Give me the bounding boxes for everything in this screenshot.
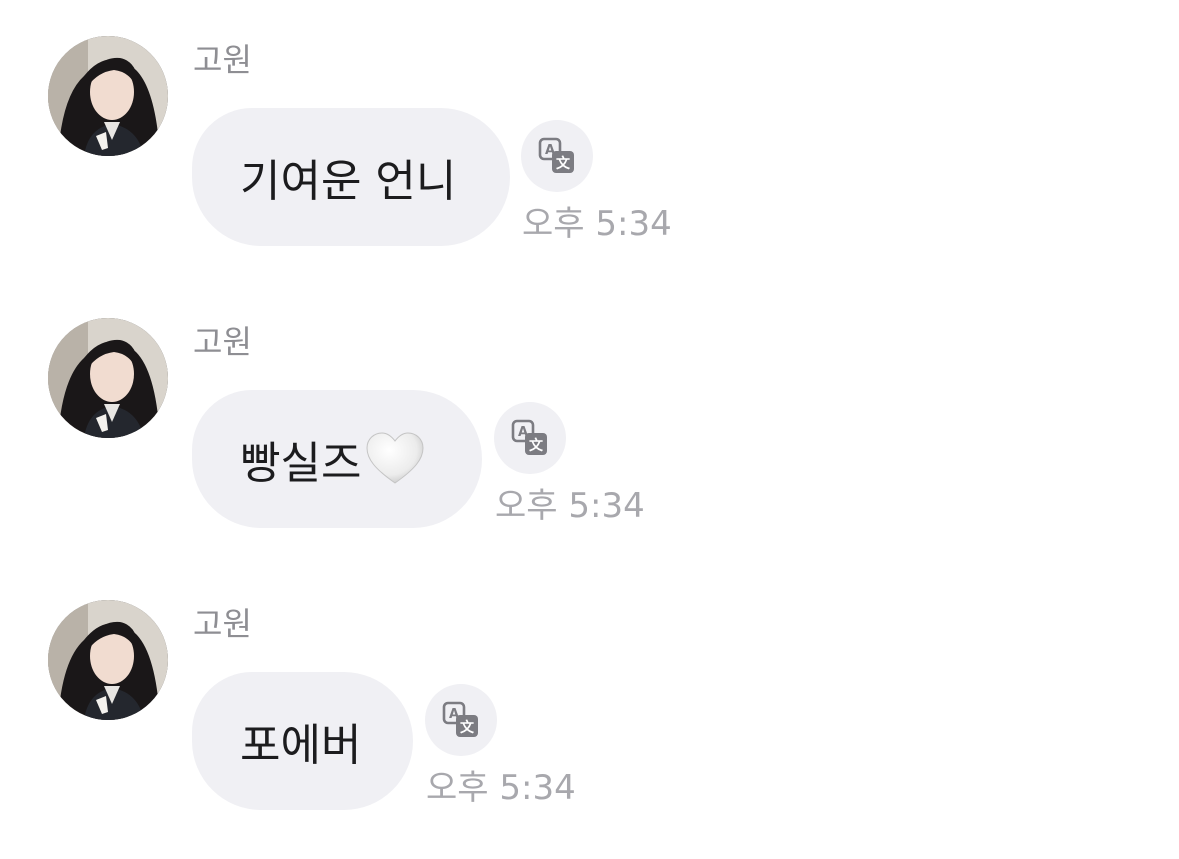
timestamp: 오후 5:34 <box>522 204 672 244</box>
message-bubble[interactable]: 기여운 언니 <box>192 108 510 246</box>
timestamp: 오후 5:34 <box>426 768 576 808</box>
sender-name: 고원 <box>193 605 252 643</box>
sender-name: 고원 <box>193 323 252 361</box>
sender-name: 고원 <box>193 41 252 79</box>
svg-text:文: 文 <box>460 719 475 736</box>
timestamp: 오후 5:34 <box>495 486 645 526</box>
chat-message: 고원 기여운 언니 A 文 오후 5:34 <box>0 36 1179 266</box>
translate-icon: A 文 <box>511 419 547 455</box>
translate-button[interactable]: A 文 <box>494 402 566 474</box>
translate-icon: A 文 <box>442 701 478 737</box>
avatar[interactable] <box>48 36 168 156</box>
chat-message: 고원 빵실즈 A 文 오후 5:34 <box>0 318 1179 548</box>
chat-message: 고원 포에버 A 文 오후 5:34 <box>0 600 1179 830</box>
message-bubble[interactable]: 포에버 <box>192 672 413 810</box>
avatar[interactable] <box>48 318 168 438</box>
message-bubble[interactable]: 빵실즈 <box>192 390 482 528</box>
message-text: 기여운 언니 <box>240 156 457 207</box>
message-text: 빵실즈 <box>240 438 362 489</box>
avatar[interactable] <box>48 600 168 720</box>
translate-button[interactable]: A 文 <box>425 684 497 756</box>
message-text: 포에버 <box>240 720 362 771</box>
white-heart-icon <box>366 432 424 484</box>
translate-icon: A 文 <box>538 137 574 173</box>
svg-text:文: 文 <box>529 437 544 454</box>
translate-button[interactable]: A 文 <box>521 120 593 192</box>
svg-text:文: 文 <box>556 155 571 172</box>
